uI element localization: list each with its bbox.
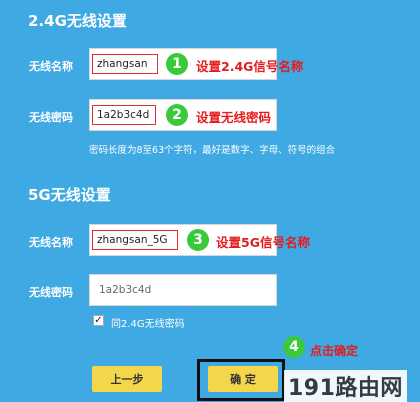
password-value-24g: 1a2b3c4d [92,105,156,125]
ssid-value-5g: zhangsan_5G [92,230,178,250]
step-4-note: 点击确定 [310,344,359,358]
same-password-label: 同2.4G无线密码 [111,319,185,330]
back-button[interactable]: 上一步 [92,366,162,392]
same-password-checkbox[interactable]: ✓ [93,315,104,326]
ssid-label-5g: 无线名称 [29,236,73,249]
ssid-note-5g: 设置5G信号名称 [216,235,310,250]
password-note-24g: 设置无线密码 [196,110,272,125]
ssid-label-24g: 无线名称 [29,60,73,73]
step-1-badge: 1 [166,53,188,75]
password-label-5g: 无线密码 [29,286,73,299]
password-hint: 密码长度为8至63个字符，最好是数字、字母、符号的组合 [89,145,336,156]
ssid-note-24g: 设置2.4G信号名称 [196,59,304,74]
site-watermark: 191路由网 [284,370,407,402]
section-title-5g: 5G无线设置 [28,186,111,204]
confirm-button[interactable]: 确 定 [208,366,278,392]
step-4-badge: 4 [283,336,305,358]
password-placeholder-5g: 1a2b3c4d [99,284,152,296]
section-title-24g: 2.4G无线设置 [28,12,127,30]
password-label-24g: 无线密码 [29,111,73,124]
step-2-badge: 2 [166,104,188,126]
step-3-badge: 3 [187,229,209,251]
ssid-value-24g: zhangsan [92,54,158,74]
password-input-5g[interactable]: 1a2b3c4d [89,274,277,306]
